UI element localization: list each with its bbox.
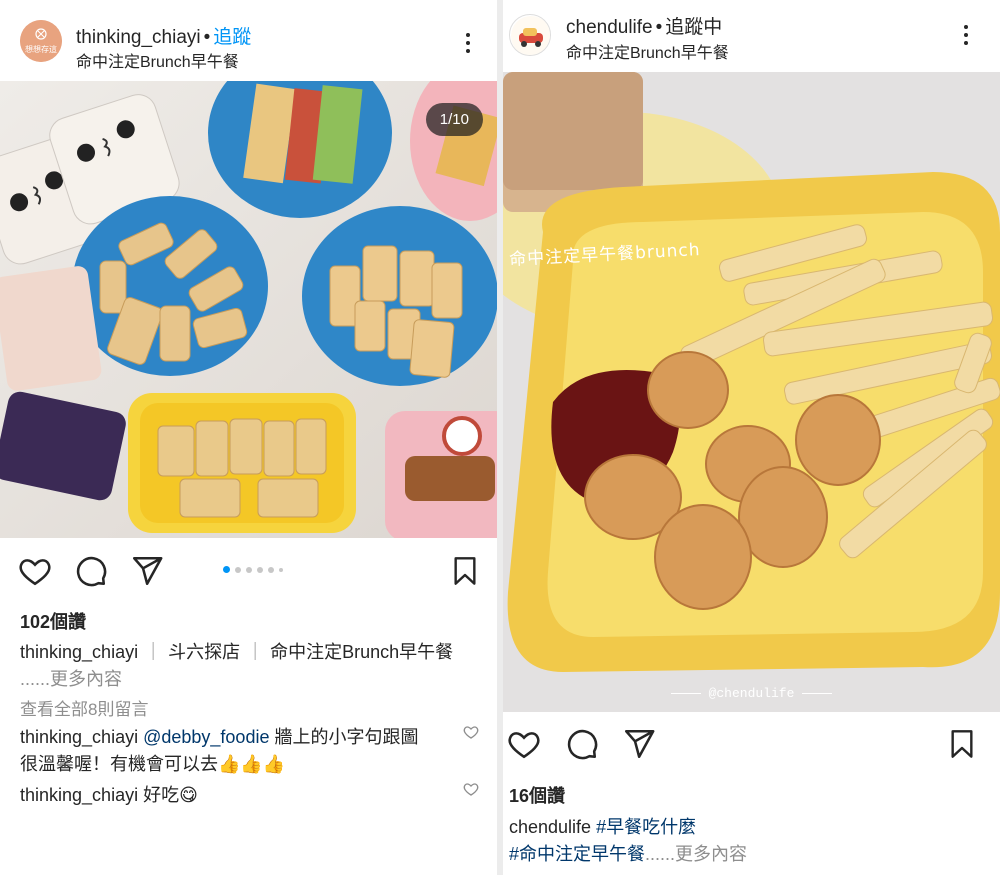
- caption-line2: #命中注定早午餐......更多內容: [509, 840, 747, 866]
- heart-icon[interactable]: [507, 727, 541, 761]
- location-link[interactable]: 命中注定Brunch早午餐: [76, 48, 239, 72]
- comment-text-line2: 很溫馨喔！有機會可以去👍👍👍: [20, 754, 286, 774]
- food-photo-right: [503, 72, 1000, 712]
- photo-counter: 1/10: [425, 103, 483, 136]
- avatar-text: 想想存這: [25, 45, 57, 54]
- caption-username[interactable]: thinking_chiayi: [20, 642, 138, 662]
- username-link[interactable]: thinking_chiayi: [76, 27, 201, 48]
- comment-like-heart-icon[interactable]: [463, 781, 479, 797]
- follow-button[interactable]: 追蹤: [213, 27, 251, 48]
- post-author: thinking_chiayi • 追蹤: [76, 22, 251, 49]
- caption-more-link[interactable]: ......更多內容: [20, 665, 122, 691]
- post-author: chendulife • 追蹤中: [566, 12, 722, 39]
- action-bar: [0, 552, 497, 592]
- caption-more-link[interactable]: ......更多內容: [645, 844, 747, 864]
- comment-like-heart-icon[interactable]: [463, 724, 479, 740]
- post-header: chendulife • 追蹤中 命中注定Brunch早午餐: [503, 0, 1000, 72]
- post-left: 想想存這 thinking_chiayi•追蹤 命中注定Brunch早午餐: [0, 0, 497, 875]
- hashtag-link[interactable]: #命中注定早午餐: [509, 844, 645, 864]
- location-link[interactable]: 命中注定Brunch早午餐: [566, 39, 729, 63]
- following-button[interactable]: 追蹤中: [665, 17, 722, 38]
- heart-icon[interactable]: [18, 554, 52, 588]
- bookmark-icon[interactable]: [449, 554, 481, 588]
- post-right: chendulife • 追蹤中 命中注定Brunch早午餐 命中注定早午餐br…: [503, 0, 1000, 875]
- separator-dot: •: [203, 27, 211, 48]
- separator-dot: •: [655, 17, 663, 38]
- more-options-icon[interactable]: [956, 20, 976, 50]
- carousel-dots: [223, 566, 283, 573]
- caption: chendulife #早餐吃什麼: [509, 813, 696, 839]
- comment-text: 好吃😋: [138, 785, 198, 805]
- caption-username[interactable]: chendulife: [509, 817, 591, 837]
- bookmark-icon[interactable]: [946, 727, 978, 761]
- comment-item: thinking_chiayi 好吃😋: [20, 781, 198, 807]
- comment-icon[interactable]: [74, 554, 108, 588]
- comment-icon[interactable]: [565, 727, 599, 761]
- comment-item: thinking_chiayi @debby_foodie 牆上的小字句跟圖: [20, 723, 418, 749]
- post-header: 想想存這 thinking_chiayi • 追蹤 命中注定Brunch早午餐: [0, 0, 497, 80]
- send-icon[interactable]: [622, 727, 656, 761]
- photo-watermark: @chendulife: [503, 686, 1000, 701]
- comment-username[interactable]: thinking_chiayi: [20, 727, 138, 747]
- hashtag-link[interactable]: #早餐吃什麼: [596, 817, 696, 837]
- send-icon[interactable]: [130, 554, 164, 588]
- comment-mention[interactable]: @debby_foodie: [143, 727, 269, 747]
- action-bar: [503, 726, 1000, 766]
- post-photo[interactable]: 1/10: [0, 81, 497, 538]
- more-options-icon[interactable]: [458, 28, 478, 58]
- watermark-text: @chendulife: [708, 686, 795, 701]
- view-all-comments-link[interactable]: 查看全部8則留言: [20, 695, 148, 720]
- comment-text: 牆上的小字句跟圖: [269, 727, 419, 747]
- caption: thinking_chiayi ｜斗六探店｜命中注定Brunch早午餐: [20, 642, 454, 662]
- comment-username[interactable]: thinking_chiayi: [20, 785, 138, 805]
- avatar[interactable]: [509, 14, 551, 56]
- caption-part2: 命中注定Brunch早午餐: [270, 642, 454, 662]
- caption-part1: 斗六探店: [168, 642, 241, 662]
- food-photo-left: [0, 81, 497, 538]
- like-count[interactable]: 16個讚: [509, 782, 565, 808]
- username-link[interactable]: chendulife: [566, 17, 653, 38]
- avatar[interactable]: 想想存這: [20, 20, 62, 62]
- post-photo[interactable]: 命中注定早午餐brunch @chendulife: [503, 72, 1000, 712]
- like-count[interactable]: 102個讚: [20, 608, 86, 634]
